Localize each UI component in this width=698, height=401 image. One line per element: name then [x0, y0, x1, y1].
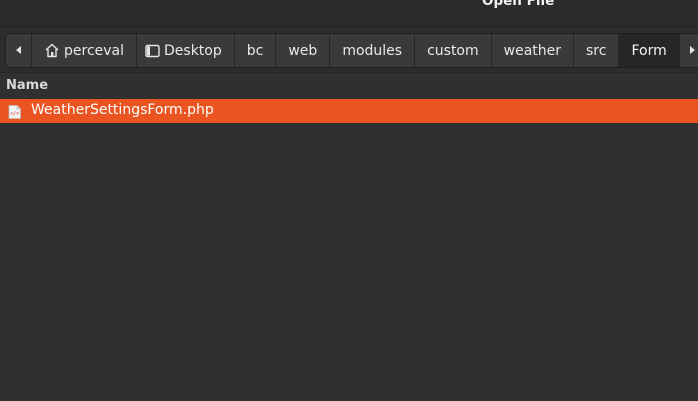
crumb-perceval[interactable]: perceval: [32, 34, 138, 67]
crumb-label: weather: [503, 42, 562, 59]
crumb-weather[interactable]: weather: [491, 34, 575, 67]
crumb-src[interactable]: src: [574, 34, 620, 67]
desktop-icon: [145, 44, 160, 58]
scroll-right-button[interactable]: [679, 34, 698, 67]
path-bar: perceval Desktop bc web modules custom w…: [0, 27, 698, 73]
crumb-modules[interactable]: modules: [330, 34, 416, 67]
crumb-desktop[interactable]: Desktop: [137, 34, 235, 67]
home-icon: [44, 43, 60, 58]
crumb-web[interactable]: web: [276, 34, 331, 67]
file-row[interactable]: </> WeatherSettingsForm.php: [0, 99, 698, 123]
title-bar: Open File: [0, 0, 698, 27]
crumb-label: custom: [427, 42, 479, 59]
crumb-label: modules: [342, 42, 403, 59]
column-header-name[interactable]: Name: [0, 73, 698, 98]
crumb-label: Desktop: [164, 42, 222, 59]
file-name: WeatherSettingsForm.php: [31, 102, 214, 118]
scroll-left-button[interactable]: [6, 34, 32, 67]
crumb-label: perceval: [64, 42, 125, 59]
crumb-label: src: [586, 42, 607, 59]
crumb-label: web: [288, 42, 318, 59]
triangle-left-icon: [15, 43, 23, 59]
breadcrumb: perceval Desktop bc web modules custom w…: [5, 33, 698, 68]
crumb-form[interactable]: Form: [619, 34, 680, 67]
window-title: Open File: [482, 0, 555, 9]
column-header-label: Name: [6, 78, 49, 93]
crumb-label: bc: [246, 42, 264, 59]
crumb-label: Form: [631, 42, 667, 59]
triangle-right-icon: [688, 43, 696, 59]
svg-text:</>: </>: [10, 111, 19, 117]
crumb-custom[interactable]: custom: [415, 34, 492, 67]
php-file-icon: </>: [8, 104, 21, 119]
crumb-bc[interactable]: bc: [234, 34, 277, 67]
